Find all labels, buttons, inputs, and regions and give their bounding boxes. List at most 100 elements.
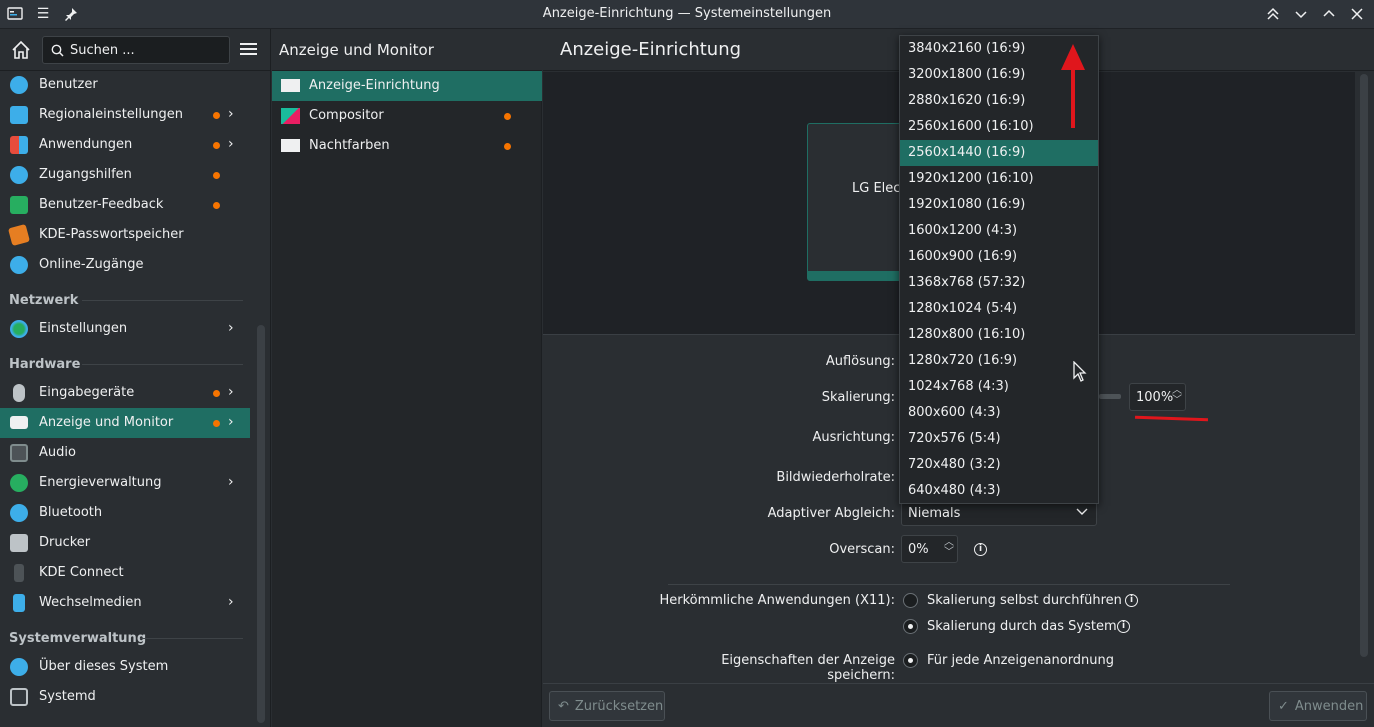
sidebar-item-drucker[interactable]: Drucker [0, 528, 250, 558]
resolution-option[interactable]: 1280x800 (16:10) [900, 322, 1098, 348]
removable-media-icon [13, 594, 25, 612]
home-icon[interactable] [10, 39, 32, 61]
maximize-icon[interactable] [1320, 5, 1338, 23]
overscan-spinbox[interactable]: 0% ︿ ﹀ [901, 535, 958, 563]
chevron-right-icon: › [228, 384, 234, 400]
sidebar-item-bluetooth[interactable]: Bluetooth [0, 498, 250, 528]
notification-dot [213, 142, 220, 149]
subcategory-item-compositor[interactable]: Compositor [272, 101, 542, 131]
search-input[interactable] [70, 42, 220, 58]
sidebar-item-feedback[interactable]: Benutzer-Feedback [0, 190, 250, 220]
scaling-slider-track[interactable] [1099, 394, 1121, 399]
sidebar: Benutzer Regionaleinstellungen › Anwendu… [0, 29, 271, 727]
adaptive-sync-label: Adaptiver Abgleich: [767, 506, 895, 521]
subcategory-item-anzeige-einrichtung[interactable]: Anzeige-Einrichtung [272, 71, 542, 101]
phone-icon [14, 564, 24, 582]
sidebar-item-kde-connect[interactable]: KDE Connect [0, 558, 250, 588]
resolution-option[interactable]: 640x480 (4:3) [900, 478, 1098, 504]
overscan-value: 0% [908, 541, 929, 557]
resolution-option[interactable]: 1368x768 (57:32) [900, 270, 1098, 296]
sidebar-item-anzeige-monitor[interactable]: Anzeige und Monitor › [0, 408, 250, 438]
resolution-option[interactable]: 1920x1200 (16:10) [900, 166, 1098, 192]
sidebar-item-online-zugaenge[interactable]: Online-Zugänge [0, 250, 250, 280]
subcategory-title: Anzeige und Monitor [279, 41, 434, 59]
close-icon[interactable] [1348, 5, 1366, 23]
online-accounts-icon [10, 256, 28, 274]
resolution-option[interactable]: 720x576 (5:4) [900, 426, 1098, 452]
monitor-icon [10, 416, 28, 429]
sidebar-item-benutzer[interactable]: Benutzer [0, 70, 250, 100]
sidebar-item-systemd[interactable]: Systemd [0, 682, 250, 712]
sidebar-item-anwendungen[interactable]: Anwendungen › [0, 130, 250, 160]
spin-arrows-icon[interactable]: ︿ ﹀ [944, 538, 954, 558]
scaling-spinbox[interactable]: 100% ︿ ﹀ [1129, 383, 1186, 411]
power-icon [10, 474, 28, 492]
notification-dot [504, 143, 511, 150]
sidebar-item-netzwerk-einstellungen[interactable]: Einstellungen › [0, 314, 250, 344]
feedback-icon [10, 196, 28, 214]
legacy-scaling-system-radio[interactable] [903, 619, 918, 634]
save-per-layout-label: Für jede Anzeigenanordnung [927, 653, 1115, 668]
resolution-option[interactable]: 1600x1200 (4:3) [900, 218, 1098, 244]
printer-icon [10, 534, 28, 552]
save-per-layout-radio[interactable] [903, 653, 918, 668]
resolution-option-selected[interactable]: 2560x1440 (16:9) [900, 140, 1098, 166]
subcategory-header: Anzeige und Monitor [272, 29, 542, 71]
reset-button[interactable]: ↶ Zurücksetzen [549, 691, 665, 721]
sidebar-item-passwortspeicher[interactable]: KDE-Passwortspeicher [0, 220, 250, 250]
chevron-right-icon: › [228, 106, 234, 122]
sidebar-item-wechselmedien[interactable]: Wechselmedien › [0, 588, 250, 618]
notification-dot [213, 390, 220, 397]
resolution-label: Auflösung: [825, 354, 895, 369]
chevron-right-icon: › [228, 594, 234, 610]
sidebar-scrollbar[interactable] [257, 325, 265, 723]
adaptive-sync-value: Niemals [908, 505, 961, 521]
sidebar-item-ueber-system[interactable]: Über dieses System [0, 652, 250, 682]
save-properties-label: Eigenschaften der Anzeige speichern: [721, 653, 895, 683]
regional-flag-icon [10, 106, 28, 124]
overscan-info-icon[interactable]: i [974, 543, 987, 556]
section-header-systemverwaltung: Systemverwaltung [9, 631, 147, 646]
sidebar-item-audio[interactable]: Audio [0, 438, 250, 468]
resolution-option[interactable]: 1280x720 (16:9) [900, 348, 1098, 374]
resolution-option[interactable]: 800x600 (4:3) [900, 400, 1098, 426]
resolution-option[interactable]: 2560x1600 (16:10) [900, 114, 1098, 140]
sidebar-item-eingabegeraete[interactable]: Eingabegeräte › [0, 378, 250, 408]
resolution-option[interactable]: 1280x1024 (5:4) [900, 296, 1098, 322]
notification-dot [213, 202, 220, 209]
legacy-scaling-self-label: Skalierung selbst durchführen [927, 593, 1122, 608]
overscan-label: Overscan: [829, 542, 895, 557]
resolution-dropdown-list: 3840x2160 (16:9) 3200x1800 (16:9) 2880x1… [899, 35, 1099, 504]
resolution-option[interactable]: 720x480 (3:2) [900, 452, 1098, 478]
sidebar-item-zugangshilfen[interactable]: Zugangshilfen [0, 160, 250, 190]
window-title: Anzeige-Einrichtung — Systemeinstellunge… [542, 6, 832, 21]
search-icon [51, 44, 64, 57]
footer-bar: ↶ Zurücksetzen ✓ Anwenden [543, 683, 1374, 727]
legacy-self-info-icon[interactable]: i [1125, 594, 1138, 607]
title-bar: ☰ Anzeige-Einrichtung — Systemeinstellun… [0, 0, 1374, 29]
legacy-scaling-self-radio[interactable] [903, 593, 918, 608]
minimize-icon[interactable] [1292, 5, 1310, 23]
info-icon [10, 658, 28, 676]
resolution-option[interactable]: 1920x1080 (16:9) [900, 192, 1098, 218]
wallet-icon [7, 223, 31, 247]
refresh-rate-label: Bildwiederholrate: [776, 470, 895, 485]
notification-dot [213, 172, 220, 179]
sidebar-item-energieverwaltung[interactable]: Energieverwaltung › [0, 468, 250, 498]
subcategory-item-nachtfarben[interactable]: Nachtfarben [272, 131, 542, 161]
search-box[interactable] [42, 36, 230, 64]
spin-arrows-icon[interactable]: ︿ ﹀ [1172, 386, 1182, 406]
resolution-option[interactable]: 1024x768 (4:3) [900, 374, 1098, 400]
sidebar-item-regional[interactable]: Regionaleinstellungen › [0, 100, 250, 130]
apply-button[interactable]: ✓ Anwenden [1269, 691, 1367, 721]
main-scrollbar[interactable] [1360, 74, 1368, 657]
accessibility-icon [10, 166, 28, 184]
hamburger-menu-icon[interactable] [240, 41, 260, 59]
resolution-option[interactable]: 1600x900 (16:9) [900, 244, 1098, 270]
page-title: Anzeige-Einrichtung [560, 39, 742, 60]
legacy-system-info-icon[interactable]: i [1117, 620, 1130, 633]
section-header-hardware: Hardware [9, 357, 81, 372]
keep-above-icon[interactable] [1264, 5, 1282, 23]
notification-dot [213, 112, 220, 119]
resolution-option[interactable]: 2880x1620 (16:9) [900, 88, 1098, 114]
